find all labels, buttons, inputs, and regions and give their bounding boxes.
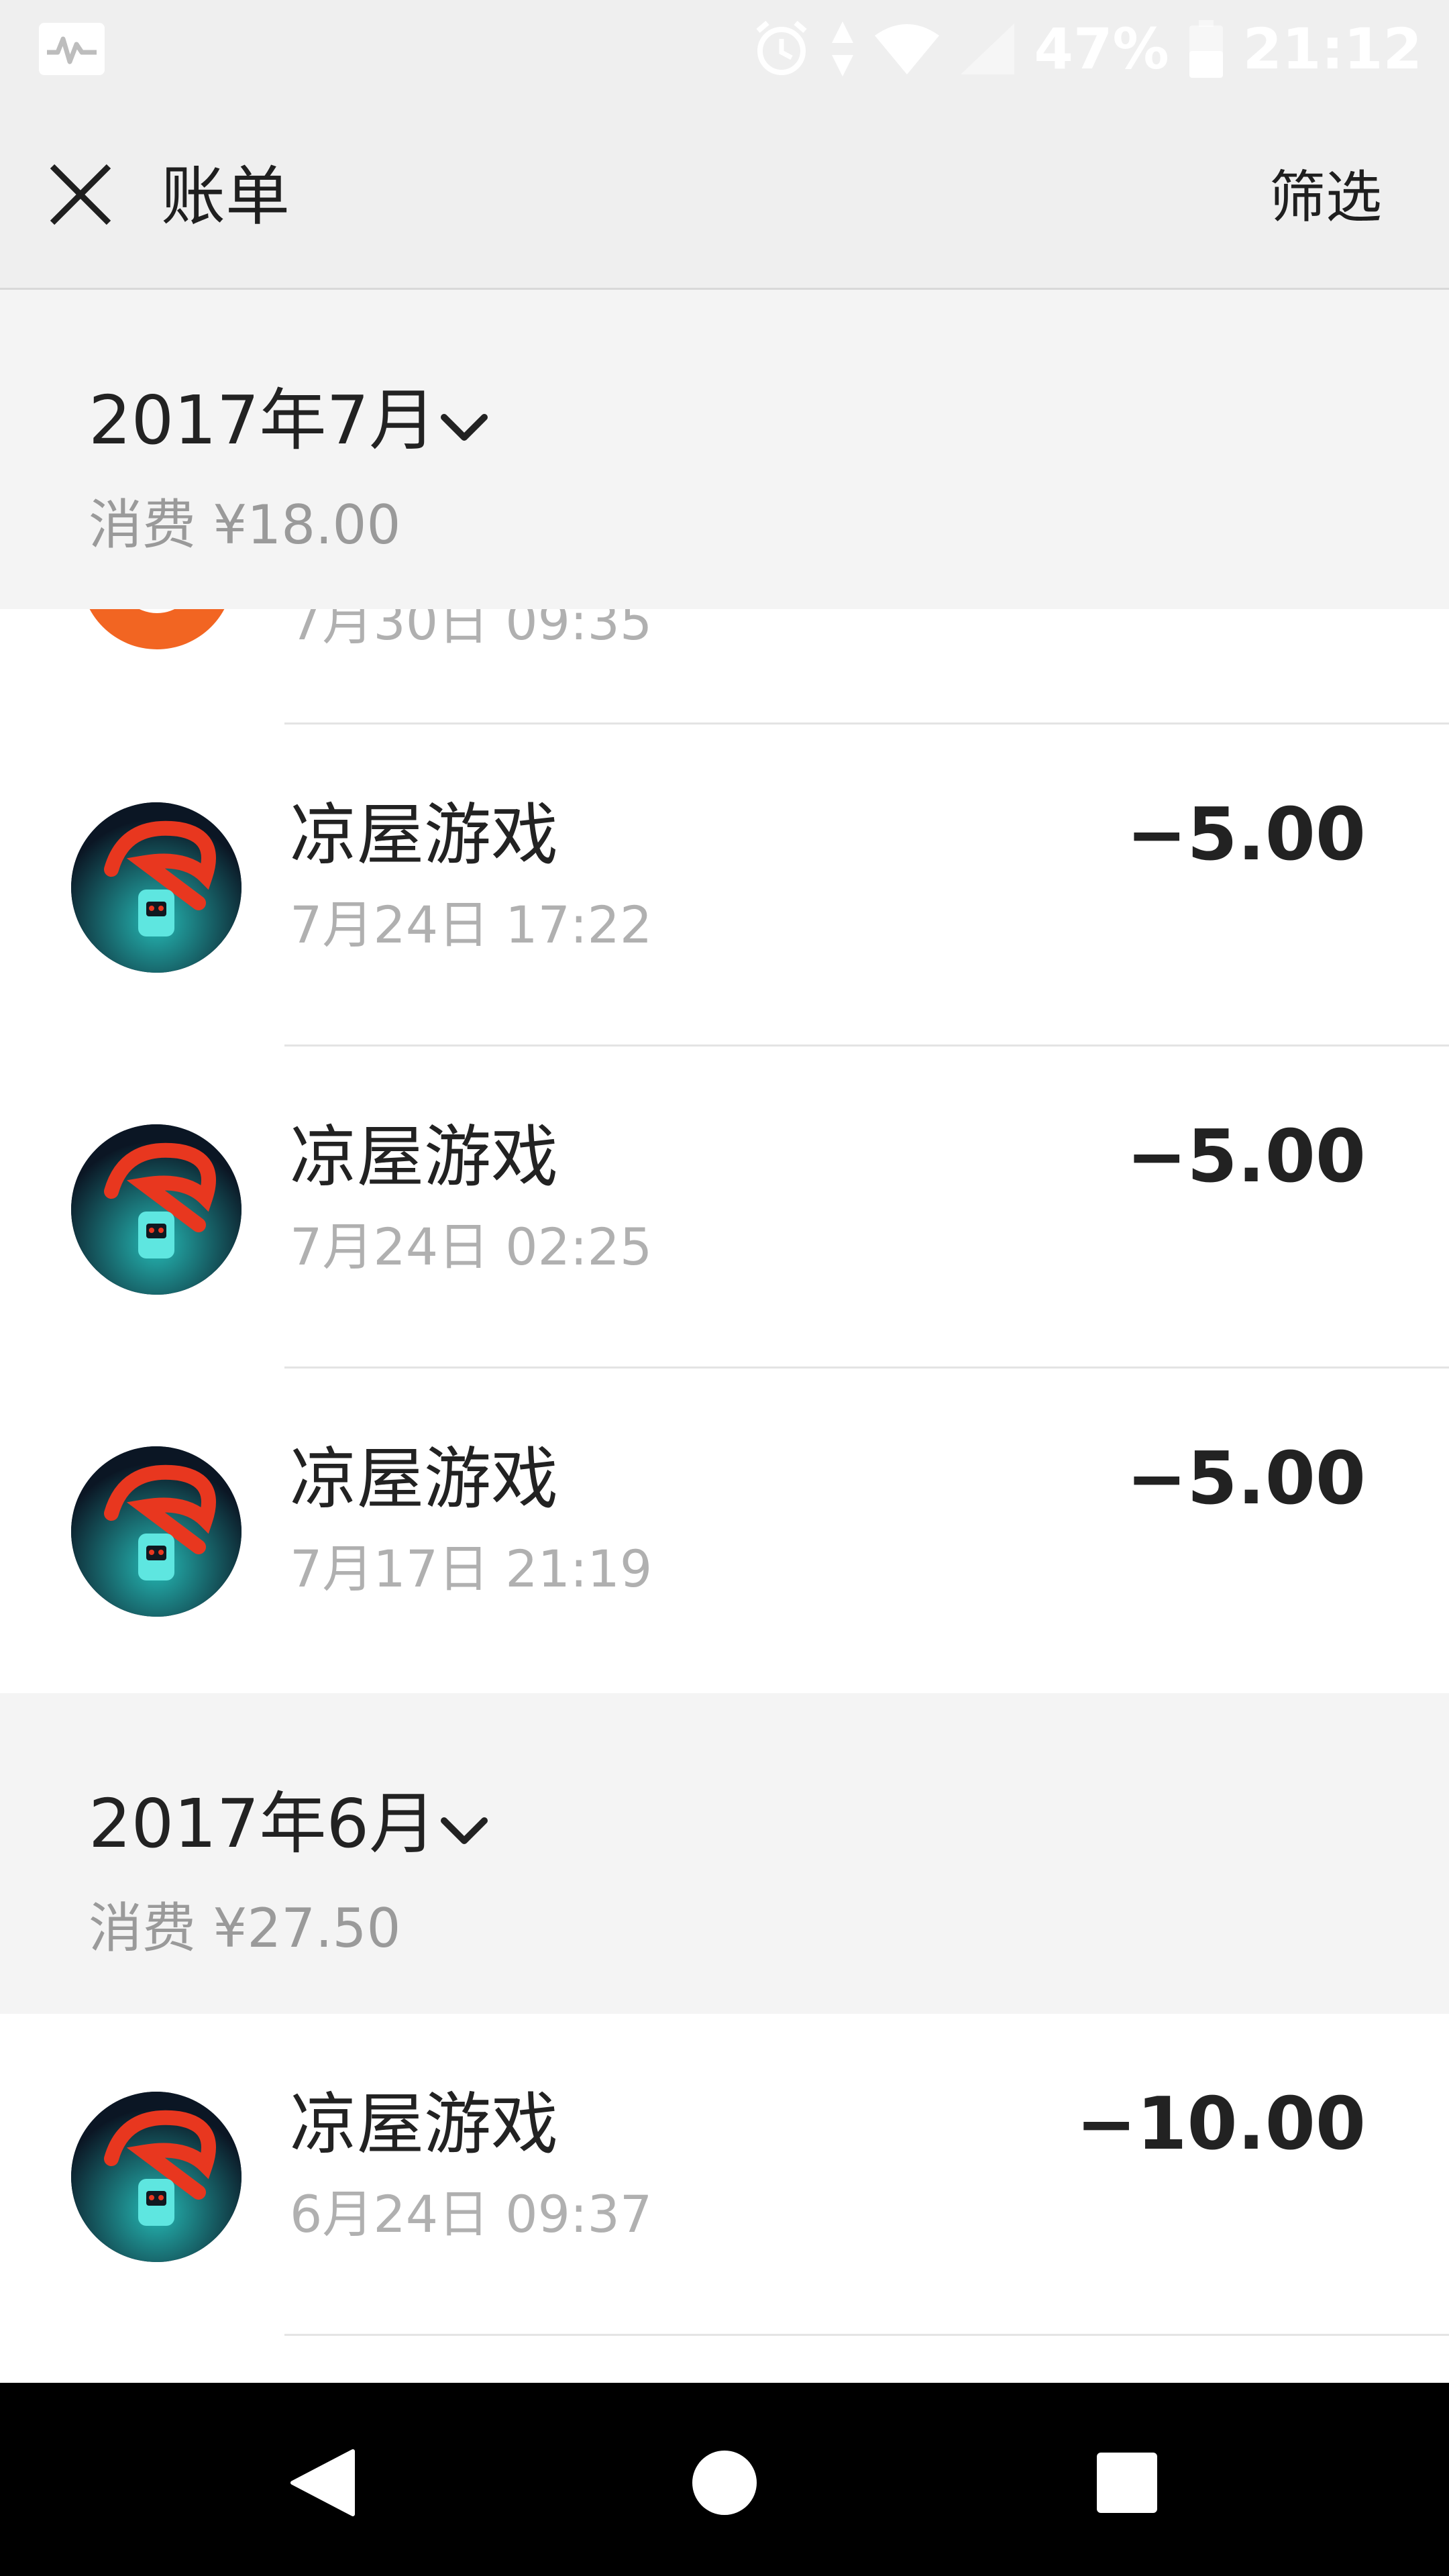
merchant-name: 凉屋游戏 — [290, 796, 558, 874]
month-title: 2017年6月 — [89, 1784, 437, 1863]
month-header-july[interactable]: 2017年7月 消费 ¥18.00 — [0, 290, 1449, 609]
month-title: 2017年7月 — [89, 381, 437, 460]
list-item[interactable]: 凉屋游戏 7月17日 21:19 −5.00 — [0, 1368, 1449, 1690]
month-summary: 消费 ¥18.00 — [89, 494, 401, 556]
battery-icon — [1189, 20, 1223, 78]
game-avatar-icon — [71, 1124, 241, 1295]
merchant-name: 凉屋游戏 — [290, 2085, 558, 2163]
transaction-amount: −10.00 — [1075, 2082, 1366, 2166]
transaction-time: 7月24日 17:22 — [290, 895, 653, 955]
list-item[interactable]: 7月30日 09:35 — [0, 609, 1449, 724]
data-arrows-icon — [831, 21, 853, 76]
divider — [284, 2334, 1449, 2336]
game-avatar-icon — [71, 802, 241, 973]
battery-percentage: 47% — [1034, 16, 1169, 82]
status-bar: 47% 21:12 — [0, 0, 1449, 99]
merchant-avatar — [80, 609, 233, 649]
app-bar: 账单 筛选 — [0, 99, 1449, 290]
merchant-name: 凉屋游戏 — [290, 1118, 558, 1196]
close-icon[interactable] — [40, 154, 121, 235]
transaction-time: 7月24日 02:25 — [290, 1217, 653, 1277]
month-summary: 消费 ¥27.50 — [89, 1897, 401, 1960]
transaction-time: 6月24日 09:37 — [290, 2184, 653, 2244]
wifi-icon — [874, 24, 939, 74]
signal-icon — [960, 23, 1014, 74]
game-avatar-icon — [71, 2092, 241, 2262]
transaction-amount: −5.00 — [1126, 1115, 1366, 1199]
transaction-amount: −5.00 — [1126, 793, 1366, 877]
transaction-time: 7月30日 09:35 — [290, 609, 653, 651]
navigation-bar — [0, 2383, 1449, 2576]
alarm-icon — [755, 20, 807, 75]
page-title: 账单 — [161, 159, 290, 234]
game-avatar-icon — [71, 1446, 241, 1617]
recents-icon[interactable] — [1090, 2446, 1164, 2520]
filter-button[interactable]: 筛选 — [1269, 157, 1382, 237]
list-item[interactable]: 凉屋游戏 7月24日 02:25 −5.00 — [0, 1046, 1449, 1368]
chevron-down-icon — [441, 414, 488, 441]
chevron-down-icon — [441, 1817, 488, 1844]
transaction-time: 7月17日 21:19 — [290, 1539, 653, 1599]
clock: 21:12 — [1242, 16, 1422, 82]
activity-icon — [39, 23, 105, 75]
list-item[interactable]: 凉屋游戏 7月24日 17:22 −5.00 — [0, 724, 1449, 1046]
back-icon[interactable] — [286, 2446, 360, 2520]
list-item[interactable]: 凉屋游戏 6月24日 09:37 −10.00 — [0, 2014, 1449, 2336]
home-icon[interactable] — [688, 2446, 761, 2520]
transaction-amount: −5.00 — [1126, 1437, 1366, 1521]
month-header-june[interactable]: 2017年6月 消费 ¥27.50 — [0, 1693, 1449, 2014]
merchant-name: 凉屋游戏 — [290, 1440, 558, 1518]
